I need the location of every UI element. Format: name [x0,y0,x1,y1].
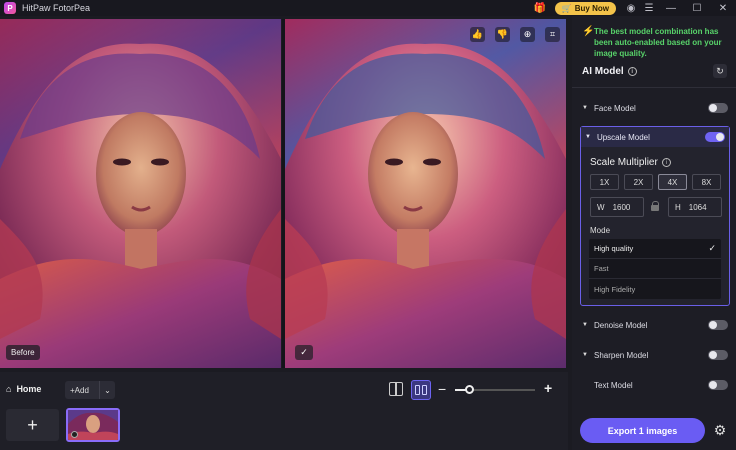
compare-view-icon[interactable] [389,382,403,396]
account-icon[interactable]: ◉ [622,0,640,16]
ai-model-title: AI Model i [582,66,637,77]
mode-label: Mode [590,226,611,235]
width-input[interactable]: W 1600 [590,197,644,217]
info-icon[interactable]: i [627,67,637,76]
zoom-in-icon[interactable]: ⊕ [520,27,535,42]
auto-enabled-notice: ⚡ The best model combination has been au… [582,26,722,58]
model-row-denoise[interactable]: ▼ Denoise Model [582,316,728,334]
split-view-icon[interactable] [411,380,431,400]
scale-8x-button[interactable]: 8X [692,174,721,190]
gift-icon[interactable]: 🎁 [531,0,549,16]
crop-icon[interactable]: ⌗ [545,27,560,42]
model-row-text[interactable]: ▼ Text Model [582,376,728,394]
zoom-slider[interactable] [455,385,535,394]
like-icon[interactable]: 👍 [470,27,485,42]
cart-icon: 🛒 [561,3,572,13]
upscale-model-toggle[interactable] [705,132,725,142]
zoom-slider-handle[interactable] [465,385,475,394]
zoom-out-button[interactable]: − [438,382,446,396]
minimize-button[interactable]: — [658,0,684,16]
before-label: Before [6,345,40,360]
scale-4x-button[interactable]: 4X [658,174,687,190]
home-button[interactable]: ⌂ Home [6,381,41,397]
thumbnail-status-icon [71,431,78,438]
caret-down-icon: ▼ [582,322,588,328]
model-row-upscale[interactable]: ▼ Upscale Model [581,127,729,147]
buy-now-button[interactable]: 🛒 Buy Now [554,1,616,15]
reset-button[interactable]: ↻ [713,64,727,78]
mode-option-fast[interactable]: Fast [589,259,721,279]
denoise-model-toggle[interactable] [708,320,728,330]
lightning-icon: ⚡ [582,26,595,37]
zoom-in-button[interactable]: + [544,381,552,395]
export-button[interactable]: Export 1 images [580,418,705,443]
portrait-image-before [0,19,281,368]
info-icon[interactable]: i [661,158,671,167]
lock-icon[interactable] [651,201,660,212]
add-button[interactable]: +Add ⌄ [65,381,115,399]
add-image-tile[interactable]: + [6,409,59,441]
scale-multiplier-title: Scale Multiplier i [590,157,671,168]
maximize-button[interactable]: ☐ [684,0,710,16]
model-row-sharpen[interactable]: ▼ Sharpen Model [582,346,728,364]
caret-down-icon: ▼ [582,105,588,111]
mode-option-high-quality[interactable]: High quality ✓ [589,239,721,259]
caret-down-icon: ▼ [585,134,591,140]
scale-2x-button[interactable]: 2X [624,174,653,190]
face-model-toggle[interactable] [708,103,728,113]
divider [572,87,736,88]
dislike-icon[interactable]: 👎 [495,27,510,42]
check-icon[interactable]: ✓ [295,345,313,360]
text-model-toggle[interactable] [708,380,728,390]
app-logo-icon: P [4,2,16,14]
caret-down-icon: ▼ [582,352,588,358]
menu-icon[interactable]: ☰ [640,0,658,16]
mode-option-high-fidelity[interactable]: High Fidelity [589,279,721,299]
model-row-face[interactable]: ▼ Face Model [582,99,728,117]
gear-icon[interactable]: ⚙ [712,422,728,438]
settings-panel: ⚡ The best model combination has been au… [572,16,736,450]
title-bar: P HitPaw FotorPea 🎁 🛒 Buy Now ◉ ☰ — ☐ ✕ [0,0,736,16]
image-thumbnail[interactable] [66,408,120,442]
upscale-model-section: ▼ Upscale Model Scale Multiplier i 1X 2X… [580,126,730,306]
portrait-image-after [285,19,566,368]
chevron-down-icon[interactable]: ⌄ [99,381,115,399]
check-icon: ✓ [708,243,716,253]
height-input[interactable]: H 1064 [668,197,722,217]
home-icon: ⌂ [6,384,12,394]
bottom-toolbar: ⌂ Home +Add ⌄ + − + [0,372,568,450]
refresh-icon: ↻ [716,65,724,76]
after-preview[interactable]: 👍 👎 ⊕ ⌗ ✓ [285,19,566,368]
scale-1x-button[interactable]: 1X [590,174,619,190]
close-button[interactable]: ✕ [710,0,736,16]
app-title: HitPaw FotorPea [22,3,91,13]
before-preview[interactable]: Before [0,19,281,368]
sharpen-model-toggle[interactable] [708,350,728,360]
mode-list: High quality ✓ Fast High Fidelity [589,239,721,299]
